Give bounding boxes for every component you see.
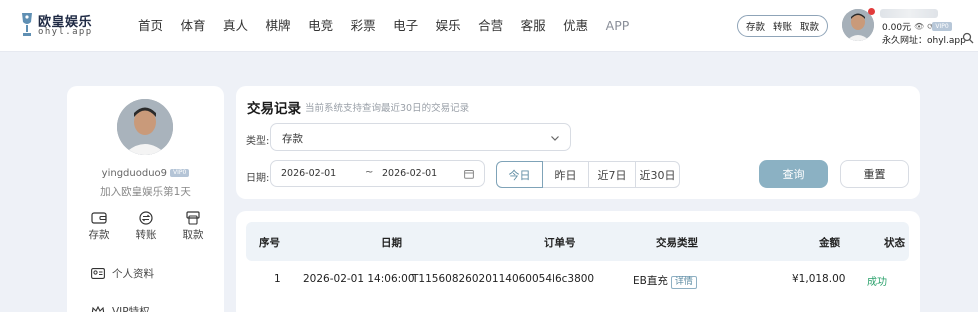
row-amount: ¥1,018.00 — [792, 273, 846, 285]
row-index: 1 — [274, 273, 281, 285]
nav-lottery[interactable]: 彩票 — [351, 16, 376, 36]
eye-icon[interactable]: 👁 — [914, 22, 924, 31]
notification-dot — [868, 8, 875, 15]
sidebar-avatar — [117, 99, 173, 155]
calendar-icon — [464, 170, 474, 179]
sidebar-profile-label: 个人资料 — [112, 267, 154, 280]
quick-deposit-button[interactable]: 存款 — [746, 19, 765, 33]
sidebar-username: yingduoduo9 VIP0 — [67, 168, 224, 179]
brand-logo[interactable]: 欧皇娱乐 ohyl.app — [20, 9, 100, 43]
nav-entertainment[interactable]: 娱乐 — [436, 16, 461, 36]
row-type: EB直充 详情 — [633, 273, 697, 289]
header-index: 序号 — [259, 237, 280, 249]
transactions-table: 序号 日期 订单号 交易类型 金额 状态 1 2026-02-01 14:06:… — [236, 211, 920, 312]
header-order: 订单号 — [544, 237, 576, 249]
avatar-photo-icon — [117, 99, 173, 155]
nav-affiliate[interactable]: 合营 — [478, 16, 503, 36]
table-header: 序号 日期 订单号 交易类型 金额 状态 — [246, 222, 909, 261]
sidebar-item-vip[interactable]: VIP特权 — [91, 302, 211, 312]
nav-promotions[interactable]: 优惠 — [563, 16, 588, 36]
top-header: 欧皇娱乐 ohyl.app 首页 体育 真人 棋牌 电竞 彩票 电子 娱乐 合营… — [0, 0, 978, 52]
quick-transfer-button[interactable]: 转账 — [773, 19, 792, 33]
vip-level-badge: VIP0 — [170, 169, 190, 177]
date-range-picker[interactable]: 2026-02-01 ~ 2026-02-01 — [270, 160, 485, 187]
detail-button[interactable]: 详情 — [670, 276, 697, 289]
date-end: 2026-02-01 — [382, 168, 438, 179]
header-amount: 金额 — [819, 237, 840, 249]
quick-actions: 存款 转账 取款 — [737, 15, 828, 37]
search-icon[interactable] — [962, 32, 974, 44]
masked-username — [880, 9, 938, 18]
range-today-button[interactable]: 今日 — [496, 161, 543, 188]
type-select-value: 存款 — [282, 133, 303, 145]
row-order: T11560826020114060054l6c3800 — [412, 273, 595, 285]
sidebar-deposit-label: 存款 — [88, 229, 110, 241]
sidebar-withdraw-button[interactable]: 取款 — [175, 211, 211, 242]
user-sidebar: yingduoduo9 VIP0 加入欧皇娱乐第1天 存款 转账 取款 个人资料… — [67, 86, 224, 312]
date-separator: ~ — [365, 167, 374, 178]
sidebar-vip-label: VIP特权 — [112, 305, 150, 312]
sidebar-withdraw-label: 取款 — [182, 229, 204, 241]
vip-badge: VIP0 — [932, 22, 952, 31]
header-date: 日期 — [381, 237, 402, 249]
transfer-icon — [139, 211, 153, 225]
quick-withdraw-button[interactable]: 取款 — [800, 19, 819, 33]
sidebar-transfer-button[interactable]: 转账 — [128, 211, 164, 242]
brand-domain: ohyl.app — [38, 27, 93, 37]
range-30days-button[interactable]: 近30日 — [635, 161, 680, 188]
nav-sports[interactable]: 体育 — [181, 16, 206, 36]
row-type-text: EB直充 — [633, 275, 668, 287]
header-status: 状态 — [884, 237, 905, 249]
sidebar-transfer-label: 转账 — [135, 229, 157, 241]
reset-button[interactable]: 重置 — [840, 160, 909, 188]
range-yesterday-button[interactable]: 昨日 — [542, 161, 589, 188]
nav-support[interactable]: 客服 — [521, 16, 546, 36]
range-7days-button[interactable]: 近7日 — [588, 161, 636, 188]
main-nav: 首页 体育 真人 棋牌 电竞 彩票 电子 娱乐 合营 客服 优惠 APP — [138, 16, 647, 36]
filter-panel: 交易记录 当前系统支持查询最近30日的交易记录 类型: 存款 日期: 2026-… — [236, 86, 920, 199]
quick-range-group: 今日 昨日 近7日 近30日 — [496, 161, 680, 188]
join-days: 加入欧皇娱乐第1天 — [100, 186, 191, 198]
sidebar-item-profile[interactable]: 个人资料 — [91, 264, 211, 282]
chevron-down-icon — [551, 136, 559, 141]
nav-chess[interactable]: 棋牌 — [266, 16, 291, 36]
sidebar-deposit-button[interactable]: 存款 — [81, 211, 117, 242]
date-label: 日期: — [246, 173, 270, 184]
nav-live[interactable]: 真人 — [223, 16, 248, 36]
balance-value: 0.00元 — [882, 23, 912, 33]
nav-slots[interactable]: 电子 — [393, 16, 418, 36]
header-type: 交易类型 — [656, 237, 698, 249]
username-text: yingduoduo9 — [101, 168, 168, 179]
date-start: 2026-02-01 — [281, 168, 337, 179]
nav-app[interactable]: APP — [606, 16, 630, 36]
type-label: 类型: — [246, 136, 270, 147]
trophy-logo-icon — [22, 13, 32, 36]
nav-home[interactable]: 首页 — [138, 16, 163, 36]
wallet-icon — [91, 212, 107, 224]
vip-crown-icon — [91, 305, 105, 312]
page-hint: 当前系统支持查询最近30日的交易记录 — [305, 103, 470, 114]
row-date: 2026-02-01 14:06:00 — [303, 273, 415, 285]
status-badge: 成功 — [867, 277, 887, 288]
type-select[interactable]: 存款 — [270, 123, 571, 151]
permanent-url: 永久网址：ohyl.app — [882, 36, 966, 46]
nav-esports[interactable]: 电竞 — [308, 16, 333, 36]
balance-display: 0.00元 👁 ⟳ — [882, 20, 934, 33]
id-card-icon — [91, 267, 105, 279]
withdraw-icon — [186, 211, 200, 225]
query-button[interactable]: 查询 — [759, 160, 828, 188]
page-title: 交易记录 — [247, 101, 301, 117]
sidebar-actions: 存款 转账 取款 — [81, 211, 211, 242]
